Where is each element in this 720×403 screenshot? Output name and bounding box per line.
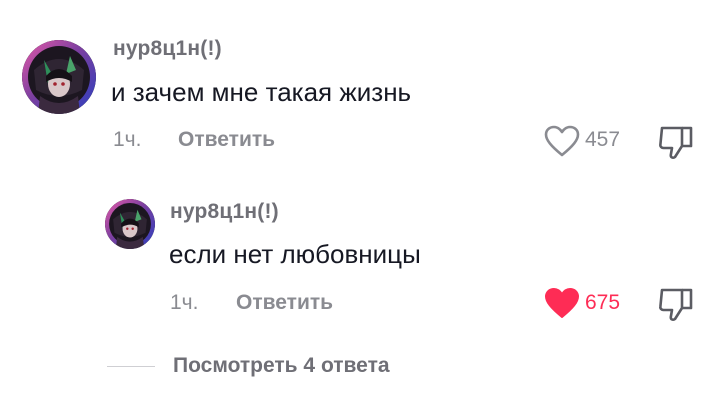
like-count: 457 <box>585 128 621 151</box>
heart-outline-icon[interactable] <box>543 124 581 158</box>
avatar-image <box>22 40 96 114</box>
divider <box>107 366 155 367</box>
thumbs-down-icon[interactable] <box>656 124 696 160</box>
thumbs-down-icon[interactable] <box>656 286 696 322</box>
like-count: 675 <box>585 291 621 314</box>
reply-username[interactable]: нур8ц1н(!) <box>170 200 279 224</box>
comment-item: нур8ц1н(!) и зачем мне такая жизнь 1ч. О… <box>0 0 720 185</box>
reply-item: нур8ц1н(!) если нет любовницы 1ч. Ответи… <box>0 185 720 335</box>
comment-username[interactable]: нур8ц1н(!) <box>113 37 222 61</box>
reply-text: если нет любовницы <box>169 239 421 269</box>
reply-time: 1ч. <box>170 291 199 314</box>
comment-text: и зачем мне такая жизнь <box>111 77 412 107</box>
reply-button[interactable]: Ответить <box>236 291 333 315</box>
avatar[interactable] <box>105 199 155 249</box>
reply-button[interactable]: Ответить <box>178 128 275 152</box>
avatar[interactable] <box>22 40 96 114</box>
view-replies-button[interactable]: Посмотреть 4 ответа <box>173 354 390 378</box>
comment-time: 1ч. <box>113 128 142 151</box>
avatar-image <box>105 199 155 249</box>
heart-filled-icon[interactable] <box>543 286 581 320</box>
